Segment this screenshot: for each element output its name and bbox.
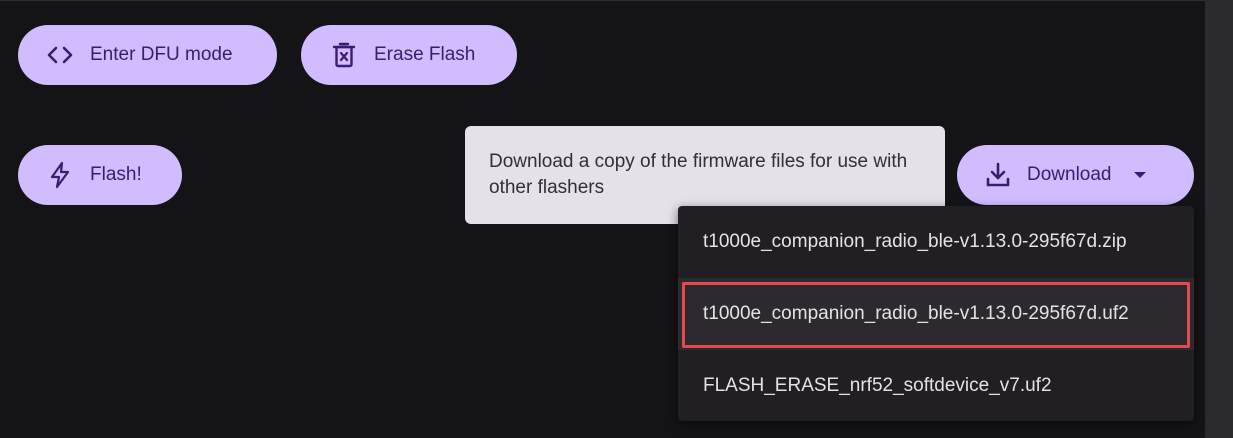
download-menu: t1000e_companion_radio_ble-v1.13.0-295f6… <box>678 206 1194 421</box>
download-button[interactable]: Download <box>957 145 1194 205</box>
scrollbar-track[interactable] <box>1205 0 1233 437</box>
menu-item-flash-erase[interactable]: FLASH_ERASE_nrf52_softdevice_v7.uf2 <box>678 350 1194 421</box>
flash-button[interactable]: Flash! <box>18 145 182 205</box>
lightning-icon <box>46 161 74 189</box>
erase-flash-label: Erase Flash <box>374 44 476 65</box>
flash-label: Flash! <box>90 164 142 185</box>
enter-dfu-mode-button[interactable]: Enter DFU mode <box>18 25 277 85</box>
caret-down-icon[interactable] <box>1132 170 1148 180</box>
menu-item-uf2[interactable]: t1000e_companion_radio_ble-v1.13.0-295f6… <box>678 278 1194 350</box>
download-label: Download <box>1027 164 1112 185</box>
enter-dfu-mode-label: Enter DFU mode <box>90 44 233 65</box>
trash-icon <box>330 41 358 69</box>
menu-item-zip[interactable]: t1000e_companion_radio_ble-v1.13.0-295f6… <box>678 206 1194 278</box>
download-icon <box>984 161 1012 189</box>
code-brackets-icon <box>46 41 74 69</box>
erase-flash-button[interactable]: Erase Flash <box>301 25 517 85</box>
